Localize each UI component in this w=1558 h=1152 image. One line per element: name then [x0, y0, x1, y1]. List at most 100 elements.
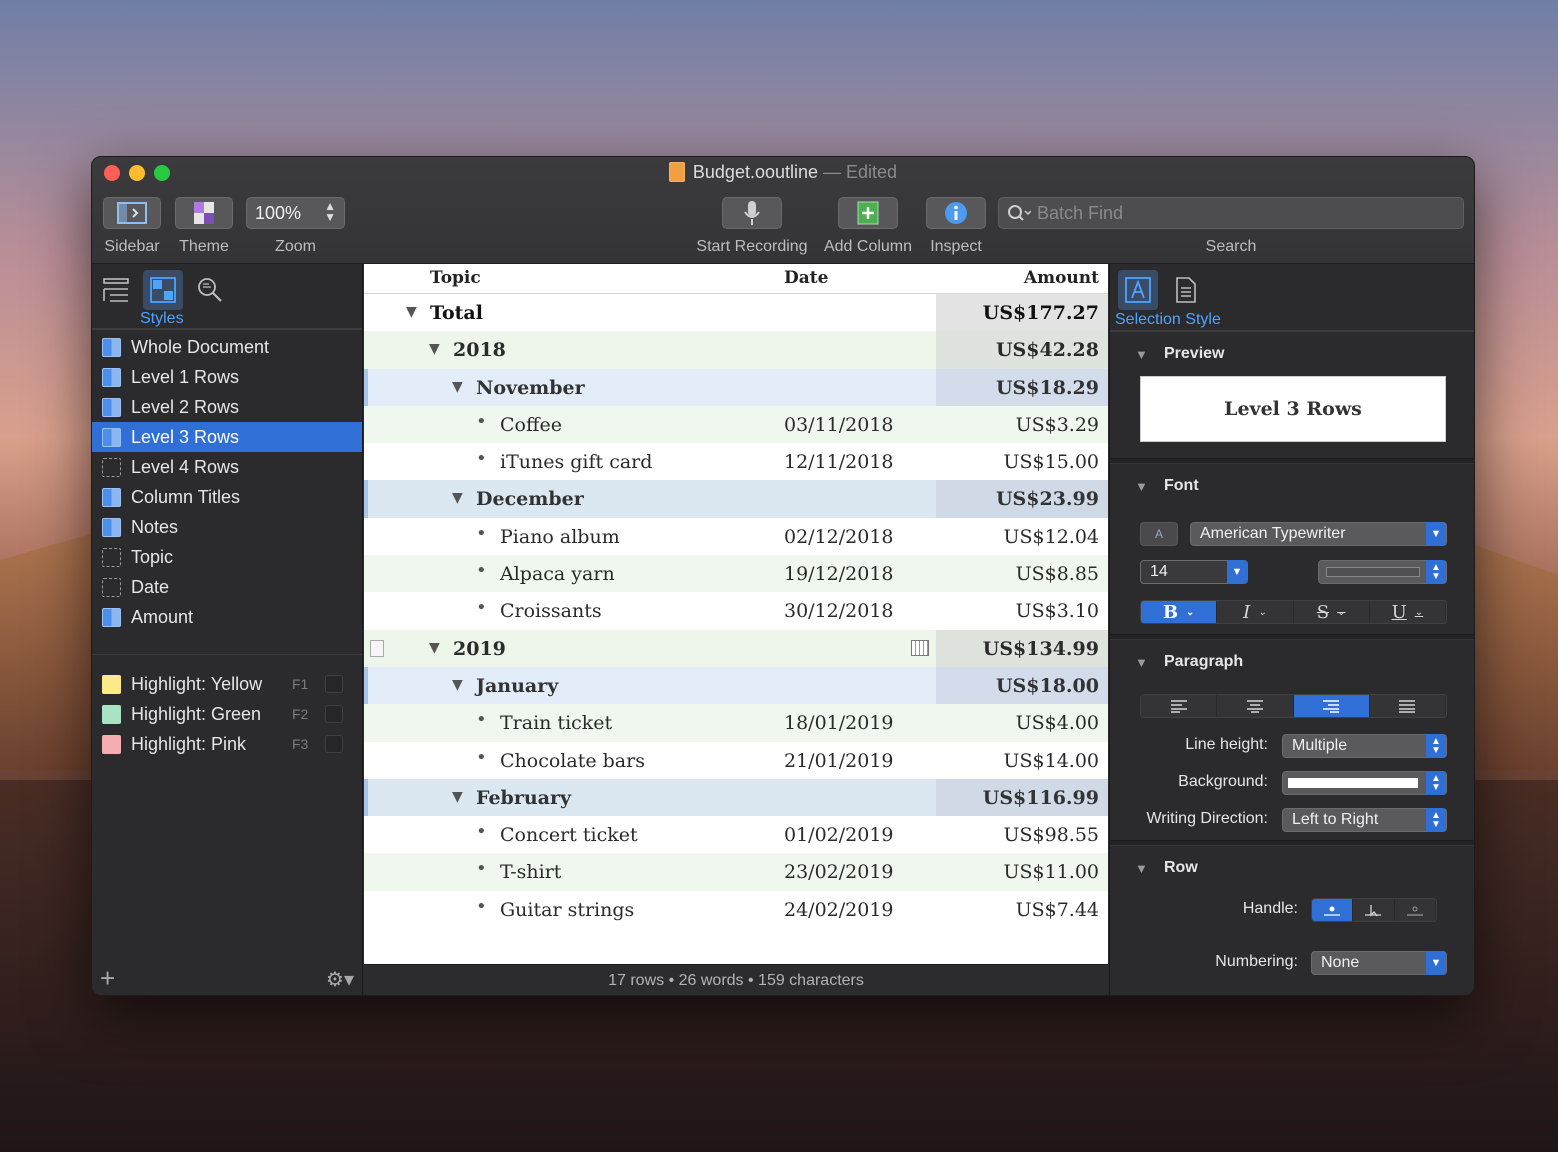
outline-row[interactable]: • Chocolate bars 21/01/2019 US$14.00: [364, 741, 1108, 779]
topic-cell[interactable]: January: [476, 675, 558, 697]
style-item[interactable]: Amount: [92, 602, 362, 632]
font-family-popup[interactable]: American Typewriter ▼: [1190, 522, 1447, 546]
topic-cell[interactable]: February: [476, 787, 571, 809]
topic-cell[interactable]: 2019: [453, 638, 506, 660]
add-column-button[interactable]: [838, 197, 898, 229]
tab-search[interactable]: [190, 270, 230, 310]
tab-selection-style[interactable]: [1118, 270, 1158, 310]
amount-cell[interactable]: US$3.29: [1016, 414, 1099, 436]
style-item[interactable]: Level 1 Rows: [92, 362, 362, 392]
bold-button[interactable]: B ⌄: [1141, 601, 1218, 623]
amount-cell[interactable]: US$116.99: [983, 787, 1099, 809]
start-recording-button[interactable]: [722, 197, 782, 229]
style-item[interactable]: Level 3 Rows: [92, 422, 362, 452]
style-item[interactable]: Topic: [92, 542, 362, 572]
outline-row[interactable]: ▼ February US$116.99: [364, 778, 1108, 817]
preview-section-header[interactable]: ▼ Preview: [1110, 332, 1474, 376]
topic-cell[interactable]: Train ticket: [500, 712, 612, 734]
amount-cell[interactable]: US$7.44: [1016, 899, 1099, 921]
outline-row[interactable]: ▼ 2018 US$42.28: [364, 331, 1108, 369]
highlight-checkbox[interactable]: [325, 735, 343, 753]
topic-cell[interactable]: iTunes gift card: [500, 451, 652, 473]
highlight-item[interactable]: Highlight: Pink F3: [92, 729, 362, 759]
add-style-button[interactable]: +: [100, 963, 115, 994]
topic-cell[interactable]: 2018: [453, 339, 506, 361]
topic-cell[interactable]: Piano album: [500, 526, 620, 548]
outline-row[interactable]: ▼ November US$18.29: [364, 368, 1108, 406]
outline-row[interactable]: • iTunes gift card 12/11/2018 US$15.00: [364, 443, 1108, 481]
topic-cell[interactable]: Total: [430, 302, 483, 324]
align-center-button[interactable]: [1217, 695, 1294, 717]
zoom-stepper[interactable]: 100% ▲ ▼: [246, 197, 345, 229]
amount-cell[interactable]: US$177.27: [983, 302, 1099, 324]
underline-button[interactable]: U ⌄: [1369, 601, 1446, 623]
amount-cell[interactable]: US$98.55: [1003, 824, 1099, 846]
search-input[interactable]: [1037, 202, 1437, 224]
calendar-icon[interactable]: [911, 639, 929, 656]
style-item[interactable]: Date: [92, 572, 362, 602]
topic-cell[interactable]: Guitar strings: [500, 899, 634, 921]
date-cell[interactable]: 19/12/2018: [784, 563, 894, 585]
amount-cell[interactable]: US$134.99: [983, 638, 1099, 660]
row-section-header[interactable]: ▼ Row: [1110, 846, 1474, 890]
highlight-checkbox[interactable]: [325, 705, 343, 723]
row-handle-bullet[interactable]: •: [476, 747, 487, 768]
date-cell[interactable]: 03/11/2018: [784, 414, 894, 436]
outline-row[interactable]: • T-shirt 23/02/2019 US$11.00: [364, 853, 1108, 891]
amount-cell[interactable]: US$15.00: [1003, 451, 1099, 473]
numbering-popup[interactable]: None ▼: [1311, 951, 1447, 975]
disclosure-triangle-icon[interactable]: ▼: [406, 304, 417, 320]
writing-direction-popup[interactable]: Left to Right ▲ ▼: [1282, 808, 1447, 832]
outline-row[interactable]: ▼ 2019 US$134.99: [364, 629, 1108, 667]
date-cell[interactable]: 21/01/2019: [784, 750, 894, 772]
note-icon[interactable]: [370, 639, 384, 657]
style-item[interactable]: Column Titles: [92, 482, 362, 512]
outline-row[interactable]: • Concert ticket 01/02/2019 US$98.55: [364, 816, 1108, 854]
outline-row[interactable]: • Piano album 02/12/2018 US$12.04: [364, 517, 1108, 556]
amount-cell[interactable]: US$11.00: [1003, 861, 1099, 883]
amount-cell[interactable]: US$18.00: [996, 675, 1099, 697]
highlight-item[interactable]: Highlight: Yellow F1: [92, 669, 362, 699]
column-title-date[interactable]: Date: [784, 268, 828, 288]
tab-outline[interactable]: [96, 270, 136, 310]
handle-dot-button[interactable]: [1312, 899, 1354, 921]
tab-document[interactable]: [1166, 270, 1206, 310]
tab-styles[interactable]: [143, 270, 183, 310]
text-color-well[interactable]: A: [1140, 522, 1178, 546]
amount-cell[interactable]: US$12.04: [1003, 526, 1099, 548]
column-title-amount[interactable]: Amount: [1024, 268, 1099, 288]
italic-button[interactable]: I ⌄: [1217, 601, 1294, 623]
row-handle-bullet[interactable]: •: [476, 411, 487, 432]
date-cell[interactable]: 12/11/2018: [784, 451, 894, 473]
date-cell[interactable]: 02/12/2018: [784, 526, 894, 548]
align-left-button[interactable]: [1141, 695, 1218, 717]
outline-row[interactable]: • Guitar strings 24/02/2019 US$7.44: [364, 890, 1108, 929]
line-height-popup[interactable]: Multiple ▲ ▼: [1282, 734, 1447, 758]
date-cell[interactable]: 23/02/2019: [784, 861, 894, 883]
row-handle-bullet[interactable]: •: [476, 896, 487, 917]
topic-cell[interactable]: Chocolate bars: [500, 750, 645, 772]
highlight-item[interactable]: Highlight: Green F2: [92, 699, 362, 729]
handle-hover-button[interactable]: [1353, 899, 1395, 921]
outline-row[interactable]: ▼ December US$23.99: [364, 480, 1108, 518]
column-title-topic[interactable]: Topic: [430, 268, 481, 288]
row-handle-bullet[interactable]: •: [476, 523, 487, 544]
topic-cell[interactable]: T-shirt: [500, 861, 561, 883]
align-justify-button[interactable]: [1369, 695, 1446, 717]
handle-none-button[interactable]: [1394, 899, 1436, 921]
disclosure-triangle-icon[interactable]: ▼: [452, 677, 463, 693]
row-handle-bullet[interactable]: •: [476, 709, 487, 730]
date-cell[interactable]: 01/02/2019: [784, 824, 894, 846]
background-color-popup[interactable]: ▲ ▼: [1282, 771, 1447, 795]
topic-cell[interactable]: Concert ticket: [500, 824, 638, 846]
theme-button[interactable]: [175, 197, 233, 229]
amount-cell[interactable]: US$23.99: [996, 488, 1099, 510]
amount-cell[interactable]: US$18.29: [996, 377, 1099, 399]
disclosure-triangle-icon[interactable]: ▼: [429, 640, 440, 656]
strikethrough-button[interactable]: S ⌄: [1293, 601, 1370, 623]
row-handle-bullet[interactable]: •: [476, 858, 487, 879]
disclosure-triangle-icon[interactable]: ▼: [452, 379, 463, 395]
disclosure-triangle-icon[interactable]: ▼: [452, 789, 463, 805]
style-item[interactable]: Whole Document: [92, 332, 362, 362]
outline-row[interactable]: ▼ Total US$177.27: [364, 294, 1108, 332]
